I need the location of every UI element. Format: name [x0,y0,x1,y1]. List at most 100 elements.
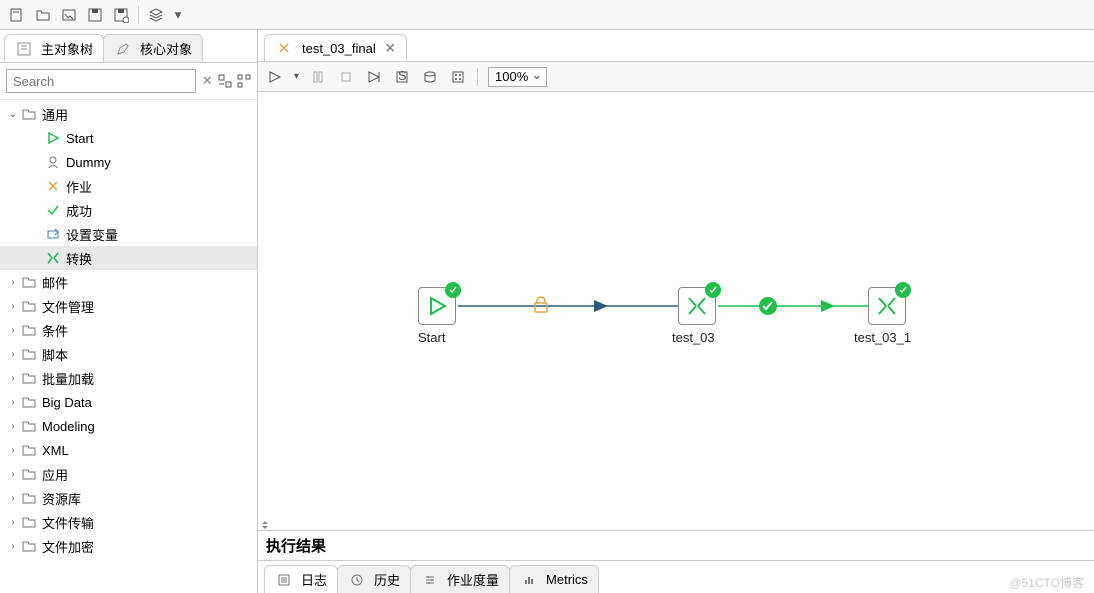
caret-right-icon[interactable]: › [6,445,20,456]
tree-label: Dummy [66,155,111,170]
tree-node-folder[interactable]: › 脚本 [0,342,257,366]
tab-label: 主对象树 [41,39,93,58]
canvas-node-test031[interactable] [868,287,906,325]
save-icon[interactable] [86,6,104,24]
new-file-icon[interactable] [8,6,26,24]
tree-node-folder[interactable]: ›Big Data [0,390,257,414]
replay-icon[interactable] [365,68,383,86]
results-tab-jobmetrics[interactable]: 作业度量 [410,565,510,593]
sidebar-tabs: 主对象树 核心对象 [0,30,257,63]
caret-right-icon[interactable]: › [6,301,20,312]
job-file-icon [275,39,293,57]
results-tab-history[interactable]: 历史 [337,565,411,593]
tree-node-folder[interactable]: ›文件管理 [0,294,257,318]
canvas[interactable]: Start test_03 test_03_1 [258,92,1094,530]
tree-node-start[interactable]: Start [0,126,257,150]
expand-all-icon[interactable] [218,72,232,90]
tree-node-folder[interactable]: ›文件加密 [0,534,257,558]
dummy-icon [44,153,62,171]
pencil-icon [114,40,132,58]
separator [138,6,139,24]
tree-node-success[interactable]: 成功 [0,198,257,222]
results-tab-log[interactable]: 日志 [264,565,338,593]
tab-label: 核心对象 [140,39,192,58]
separator [477,68,478,86]
tree-icon [15,40,33,58]
canvas-node-test03[interactable] [678,287,716,325]
job-icon [44,177,62,195]
caret-right-icon[interactable]: › [6,421,20,432]
object-tree[interactable]: ⌄ 通用 Start Dummy 作业 成功 设置变量 [0,100,257,593]
transform-icon [876,295,898,317]
top-toolbar: ▾ [0,0,1094,30]
snap-grid-icon[interactable] [449,68,467,86]
results-title: 执行结果 [258,530,1094,560]
browse-icon[interactable] [60,6,78,24]
tree-node-transform[interactable]: 转换 [0,246,257,270]
tree-node-folder[interactable]: › 资源库 [0,486,257,510]
caret-right-icon[interactable]: › [6,277,20,288]
dropdown-caret-icon[interactable]: ▾ [173,6,183,24]
folder-icon [20,393,38,411]
tree-node-folder[interactable]: › 批量加载 [0,366,257,390]
tab-core-objects[interactable]: 核心对象 [103,34,203,62]
tree-node-dummy[interactable]: Dummy [0,150,257,174]
collapse-all-icon[interactable] [237,72,251,90]
folder-icon [20,369,38,387]
tree-node-folder[interactable]: ›XML [0,438,257,462]
tree-label: 转换 [66,249,92,268]
caret-down-icon[interactable]: ⌄ [6,109,20,120]
tree-node-folder[interactable]: ›邮件 [0,270,257,294]
tree-node-folder[interactable]: ›应用 [0,462,257,486]
canvas-node-start[interactable] [418,287,456,325]
editor-tab-label: test_03_final [302,41,376,56]
tree-node-job[interactable]: 作业 [0,174,257,198]
canvas-node-label: test_03 [672,330,715,345]
caret-right-icon[interactable]: › [6,493,20,504]
tree-node-folder[interactable]: ›条件 [0,318,257,342]
layers-icon[interactable] [147,6,165,24]
caret-right-icon[interactable]: › [6,349,20,360]
stop-icon[interactable] [337,68,355,86]
open-folder-icon[interactable] [34,6,52,24]
sql-icon[interactable]: S [393,68,411,86]
tree-label: 批量加载 [42,369,94,388]
run-dropdown-icon[interactable]: ▾ [294,71,299,82]
tree-node-general[interactable]: ⌄ 通用 [0,102,257,126]
run-icon[interactable] [266,68,284,86]
play-icon [426,295,448,317]
caret-right-icon[interactable]: › [6,517,20,528]
canvas-node-label: test_03_1 [854,330,911,345]
scroll-grip[interactable] [260,520,268,528]
zoom-select[interactable]: 100% [488,67,547,87]
results-tabs: 日志 历史 作业度量 Metrics @51CTO博客 [258,560,1094,593]
results-tab-metrics[interactable]: Metrics [509,565,599,593]
canvas-node-label: Start [418,330,445,345]
tree-label: 脚本 [42,345,68,364]
tree-node-setvar[interactable]: 设置变量 [0,222,257,246]
caret-right-icon[interactable]: › [6,373,20,384]
editor-tabs: test_03_final ⨯ [258,30,1094,62]
tab-main-tree[interactable]: 主对象树 [4,34,104,62]
explore-db-icon[interactable] [421,68,439,86]
caret-right-icon[interactable]: › [6,325,20,336]
close-tab-icon[interactable]: ⨯ [385,40,396,56]
history-icon [348,571,366,589]
clear-search-icon[interactable]: ✕ [200,72,214,90]
folder-icon [20,105,38,123]
pause-icon[interactable] [309,68,327,86]
folder-icon [20,489,38,507]
caret-right-icon[interactable]: › [6,397,20,408]
folder-icon [20,417,38,435]
caret-right-icon[interactable]: › [6,541,20,552]
tree-node-folder[interactable]: ›文件传输 [0,510,257,534]
tree-label: 作业 [66,177,92,196]
tree-node-folder[interactable]: ›Modeling [0,414,257,438]
log-icon [275,571,293,589]
save-as-icon[interactable] [112,6,130,24]
tree-label: 资源库 [42,489,81,508]
editor-tab[interactable]: test_03_final ⨯ [264,34,407,61]
status-success-badge [895,282,911,298]
caret-right-icon[interactable]: › [6,469,20,480]
search-input[interactable] [6,69,196,93]
